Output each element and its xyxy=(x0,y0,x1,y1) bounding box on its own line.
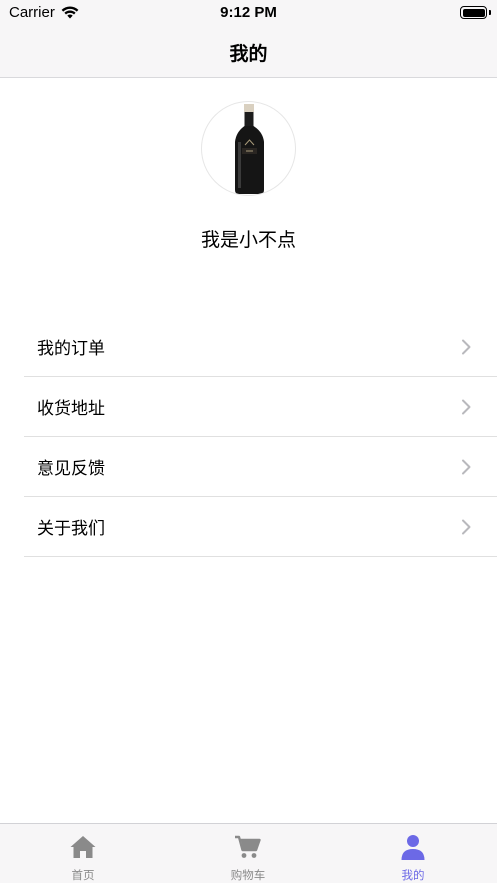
wine-bottle-icon xyxy=(235,104,264,194)
menu-list: 我的订单 收货地址 意见反馈 关于我们 xyxy=(24,317,497,557)
status-time: 9:12 PM xyxy=(220,4,277,21)
tab-cart[interactable]: 购物车 xyxy=(188,824,308,883)
menu-item-label: 关于我们 xyxy=(37,519,105,538)
cart-icon xyxy=(235,835,261,858)
menu-item-shipping-address[interactable]: 收货地址 xyxy=(24,377,497,437)
tab-mine[interactable]: 我的 xyxy=(353,824,473,883)
menu-item-label: 收货地址 xyxy=(37,399,105,418)
chevron-right-icon xyxy=(462,339,471,355)
chevron-right-icon xyxy=(462,459,471,475)
menu-item-feedback[interactable]: 意见反馈 xyxy=(24,437,497,497)
avatar[interactable] xyxy=(201,101,296,196)
tab-label: 我的 xyxy=(401,870,425,882)
menu-item-about-us[interactable]: 关于我们 xyxy=(24,497,497,557)
tab-bar: 首页 购物车 我的 xyxy=(0,823,497,883)
tab-home[interactable]: 首页 xyxy=(23,824,143,883)
tab-label: 购物车 xyxy=(230,870,266,882)
tab-label: 首页 xyxy=(71,870,95,882)
person-icon xyxy=(401,835,425,860)
navigation-bar: 我的 xyxy=(0,26,497,78)
page-title: 我的 xyxy=(229,44,268,65)
chevron-right-icon xyxy=(462,519,471,535)
menu-item-label: 意见反馈 xyxy=(37,459,105,478)
chevron-right-icon xyxy=(462,399,471,415)
home-icon xyxy=(70,836,96,858)
battery-icon xyxy=(460,6,487,19)
menu-item-my-orders[interactable]: 我的订单 xyxy=(24,317,497,377)
menu-item-label: 我的订单 xyxy=(37,339,105,358)
status-bar: Carrier 9:12 PM xyxy=(0,0,497,26)
battery-cap xyxy=(489,10,491,15)
username: 我是小不点 xyxy=(200,230,296,251)
